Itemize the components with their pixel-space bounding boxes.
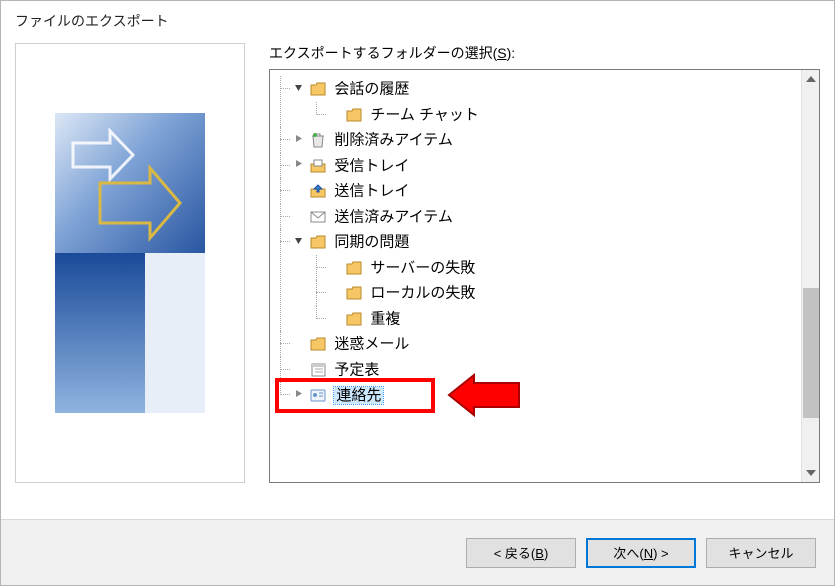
- tree-label: 連絡先: [334, 387, 383, 404]
- calendar-icon: [310, 362, 326, 378]
- folder-label-key: S: [497, 45, 506, 61]
- tree-item-conflicts[interactable]: 重複: [310, 306, 797, 332]
- tree-label: ローカルの失敗: [370, 285, 475, 302]
- folder-icon: [346, 260, 362, 276]
- tree-item-calendar[interactable]: 予定表: [274, 357, 797, 383]
- tree-item-outbox[interactable]: 送信トレイ: [274, 178, 797, 204]
- folder-tree[interactable]: 会話の履歴 チーム チャット: [270, 70, 801, 482]
- tree-label: 削除済みアイテム: [334, 132, 453, 149]
- expand-icon[interactable]: [292, 128, 304, 153]
- tree-item-sent-items[interactable]: 送信済みアイテム: [274, 204, 797, 230]
- folder-icon: [310, 336, 326, 352]
- next-button-key: N: [644, 546, 653, 561]
- folder-icon: [310, 81, 326, 97]
- tree-item-team-chat[interactable]: チーム チャット: [310, 102, 797, 128]
- tree-label: 重複: [370, 310, 400, 327]
- folder-tree-container: 会話の履歴 チーム チャット: [269, 69, 820, 483]
- back-button-key: B: [535, 546, 544, 561]
- folder-icon: [346, 107, 362, 123]
- tree-item-local-failures[interactable]: ローカルの失敗: [310, 280, 797, 306]
- tree-item-inbox[interactable]: 受信トレイ: [274, 153, 797, 179]
- cancel-button-label: キャンセル: [728, 546, 793, 561]
- collapse-icon[interactable]: [292, 230, 304, 255]
- folder-icon: [310, 234, 326, 250]
- expand-icon[interactable]: [292, 383, 304, 408]
- folder-label-pre: エクスポートするフォルダーの選択(: [269, 45, 497, 61]
- tree-item-junk[interactable]: 迷惑メール: [274, 331, 797, 357]
- tree-item-sync-issues[interactable]: 同期の問題 サーバーの失敗: [274, 229, 797, 331]
- wizard-decorative-image: [55, 113, 205, 413]
- expand-icon[interactable]: [292, 153, 304, 178]
- right-panel: エクスポートするフォルダーの選択(S): 会話の履歴: [269, 43, 820, 483]
- tree-label: 送信済みアイテム: [334, 208, 453, 225]
- sent-icon: [310, 209, 326, 225]
- tree-label: 送信トレイ: [334, 183, 409, 200]
- tree-label: 会話の履歴: [334, 81, 409, 98]
- contacts-icon: [310, 387, 326, 403]
- wizard-image-panel: [15, 43, 245, 483]
- trash-icon: [310, 132, 326, 148]
- scroll-track[interactable]: [802, 88, 820, 464]
- tree-label: チーム チャット: [370, 106, 479, 123]
- folder-select-label: エクスポートするフォルダーの選択(S):: [269, 43, 820, 63]
- collapse-icon[interactable]: [292, 77, 304, 102]
- back-button[interactable]: < 戻る(B): [466, 538, 576, 568]
- scroll-up-button[interactable]: [802, 70, 820, 88]
- dialog-content: エクスポートするフォルダーの選択(S): 会話の履歴: [1, 43, 834, 483]
- dialog-title: ファイルのエクスポート: [1, 1, 834, 43]
- cancel-button[interactable]: キャンセル: [706, 538, 816, 568]
- tree-item-deleted-items[interactable]: 削除済みアイテム: [274, 127, 797, 153]
- tree-label: サーバーの失敗: [370, 259, 475, 276]
- dialog-button-bar: < 戻る(B) 次へ(N) > キャンセル: [1, 519, 834, 585]
- tree-scrollbar[interactable]: [801, 70, 819, 482]
- next-button-pre: 次へ(: [613, 546, 643, 561]
- tree-label: 予定表: [334, 361, 379, 378]
- tree-label: 迷惑メール: [334, 336, 409, 353]
- dialog-title-text: ファイルのエクスポート: [15, 13, 169, 29]
- next-button-post: ) >: [653, 546, 669, 561]
- tree-item-conversation-history[interactable]: 会話の履歴 チーム チャット: [274, 76, 797, 127]
- tree-label: 受信トレイ: [334, 157, 409, 174]
- folder-label-post: ):: [507, 45, 516, 61]
- next-button[interactable]: 次へ(N) >: [586, 538, 696, 568]
- outbox-icon: [310, 183, 326, 199]
- scroll-down-button[interactable]: [802, 464, 820, 482]
- scroll-thumb[interactable]: [803, 288, 819, 418]
- inbox-icon: [310, 158, 326, 174]
- back-button-pre: < 戻る(: [494, 546, 536, 561]
- tree-label: 同期の問題: [334, 234, 409, 251]
- folder-icon: [346, 285, 362, 301]
- tree-item-server-failures[interactable]: サーバーの失敗: [310, 255, 797, 281]
- back-button-post: ): [544, 546, 548, 561]
- folder-icon: [346, 311, 362, 327]
- export-dialog: ファイルのエクスポート: [0, 0, 835, 586]
- tree-item-contacts[interactable]: 連絡先: [274, 382, 797, 408]
